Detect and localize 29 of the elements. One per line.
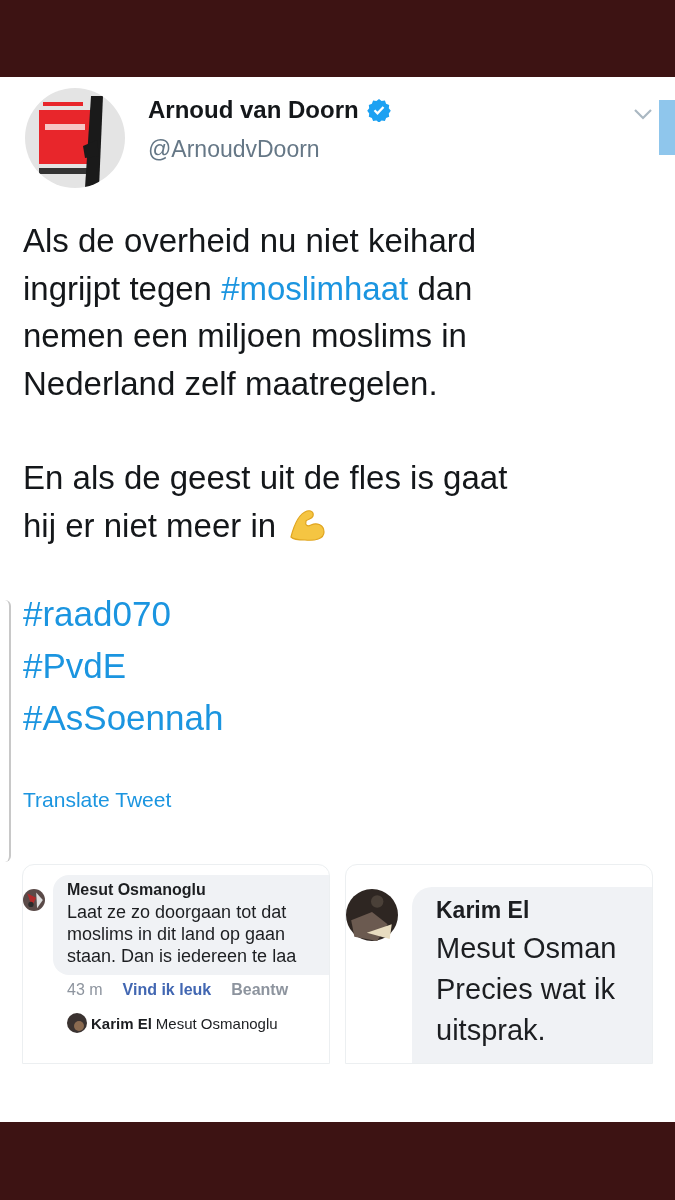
tweet-text: ingrijpt tegen	[23, 268, 213, 309]
comment-text: Laat ze zo doorgaan tot dat	[67, 901, 288, 923]
reply-text: Mesut Osmanoglu	[155, 1014, 278, 1032]
tweet-text: Als de overheid nu niet keihard	[23, 221, 477, 261]
tweet-text: En als de geest uit de fles is gaat	[23, 458, 508, 498]
hashtag-link[interactable]: #PvdE	[23, 640, 127, 692]
hashtag-link[interactable]: #raad070	[23, 588, 171, 640]
flexed-arm-icon	[287, 507, 328, 544]
tweet-text: nemen een miljoen moslims in	[23, 316, 467, 356]
comment-text: moslims in dit land op gaan	[67, 923, 287, 945]
reply-author: Karim El	[91, 1014, 152, 1032]
comment-time: 43 m	[67, 981, 103, 999]
translate-link[interactable]: Translate Tweet	[23, 788, 172, 812]
tweet-text: hij er niet meer in	[23, 505, 278, 546]
commenter-name: Mesut Osmanoglu	[67, 881, 207, 899]
comment-text: staan. Dan is iedereen te laa	[67, 945, 298, 967]
comment-text: uitsprak.	[436, 1013, 547, 1048]
comment-text: Mesut Osman	[436, 931, 618, 966]
comment-text: Precies wat ik	[436, 972, 616, 1007]
tweet-text: Nederland zelf maatregelen.	[23, 363, 438, 404]
comment-action-link[interactable]: Beantw	[231, 981, 289, 999]
commenter-name: Karim El	[436, 897, 531, 924]
tweet-text: dan	[416, 268, 473, 309]
chevron-down-icon[interactable]	[633, 108, 653, 120]
hashtag-link[interactable]: #AsSoennah	[23, 692, 224, 744]
hashtag-link[interactable]: #moslimhaat	[221, 264, 409, 312]
author-name: Arnoud van Doorn	[148, 96, 359, 124]
author-handle: @ArnoudvDoorn	[148, 136, 321, 163]
comment-action-link[interactable]: Vind ik leuk	[122, 981, 212, 999]
